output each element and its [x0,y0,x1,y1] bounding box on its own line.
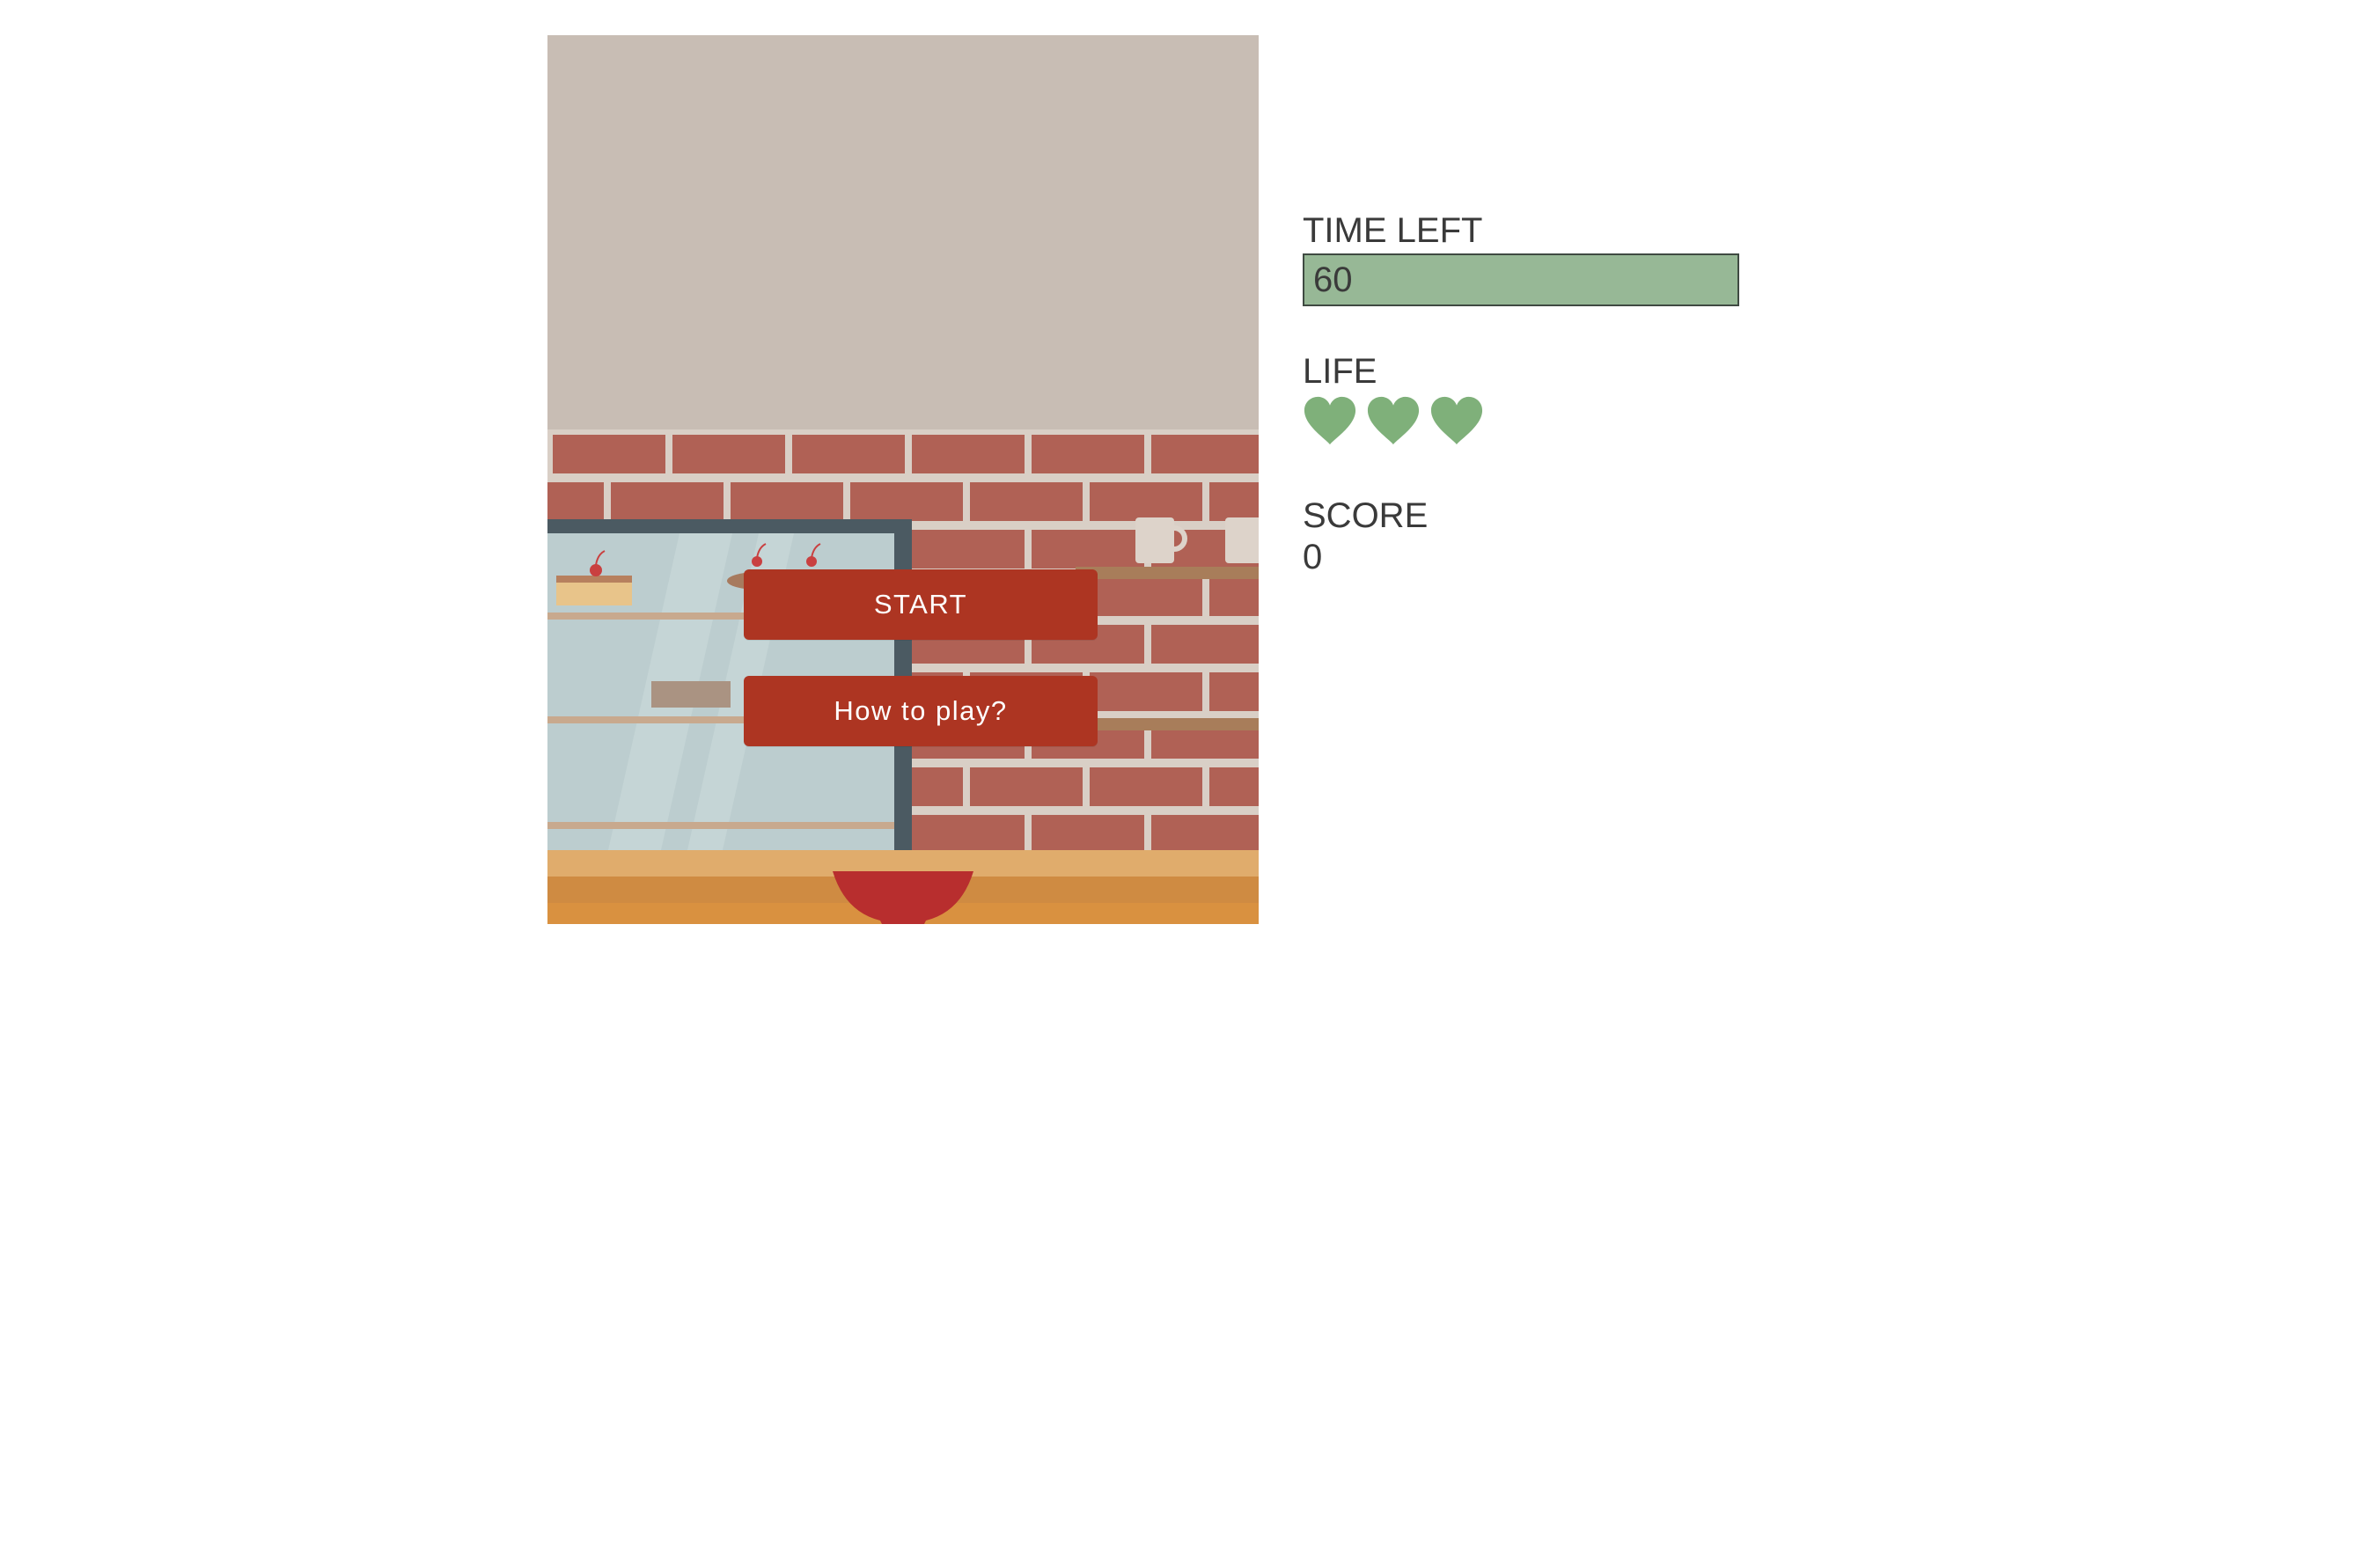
how-to-play-button[interactable]: How to play? [744,676,1098,746]
brick [1209,577,1259,616]
brick [912,530,1025,569]
brick [731,482,843,521]
brick [1090,672,1202,711]
brick [547,482,604,521]
mug-icon [1225,517,1259,563]
brick [850,482,963,521]
life-section: LIFE [1303,350,1760,447]
score-label: SCORE [1303,496,1429,535]
bread-icon [651,681,731,708]
brick [970,482,1083,521]
brick [1090,577,1202,616]
heart-icon [1304,396,1356,445]
bakery-scene [547,35,1259,924]
brick [1032,435,1144,473]
time-section: TIME LEFT 60 [1303,209,1760,306]
brick [1151,815,1259,854]
brick [1151,625,1259,664]
brick [1209,482,1259,521]
brick [553,435,665,473]
brick [1032,815,1144,854]
brick [1151,435,1259,473]
hearts-row [1303,394,1760,447]
time-left-label: TIME LEFT [1303,211,1483,250]
brick [1032,530,1144,569]
upper-shelf [1076,567,1259,579]
life-label: LIFE [1303,352,1377,391]
brick [912,815,1025,854]
wall [547,35,1259,429]
heart-icon [1430,396,1483,445]
brick [611,482,724,521]
time-bar-fill [1304,255,1737,304]
case-shelf [547,822,894,829]
score-section: SCORE 0 [1303,495,1760,577]
time-left-value: 60 [1313,260,1353,299]
heart-icon [1367,396,1420,445]
hud-panel: TIME LEFT 60 LIFE SCORE 0 [1303,209,1760,577]
score-value: 0 [1303,538,1323,576]
brick [912,435,1025,473]
brick [1209,672,1259,711]
lower-shelf [1076,718,1259,730]
brick [1090,482,1202,521]
brick [1209,767,1259,806]
start-button[interactable]: START [744,569,1098,640]
brick [792,435,905,473]
brick [970,767,1083,806]
game-area[interactable]: START How to play? [547,35,1259,924]
brick [672,435,785,473]
brick [1090,767,1202,806]
time-bar: 60 [1303,253,1739,306]
